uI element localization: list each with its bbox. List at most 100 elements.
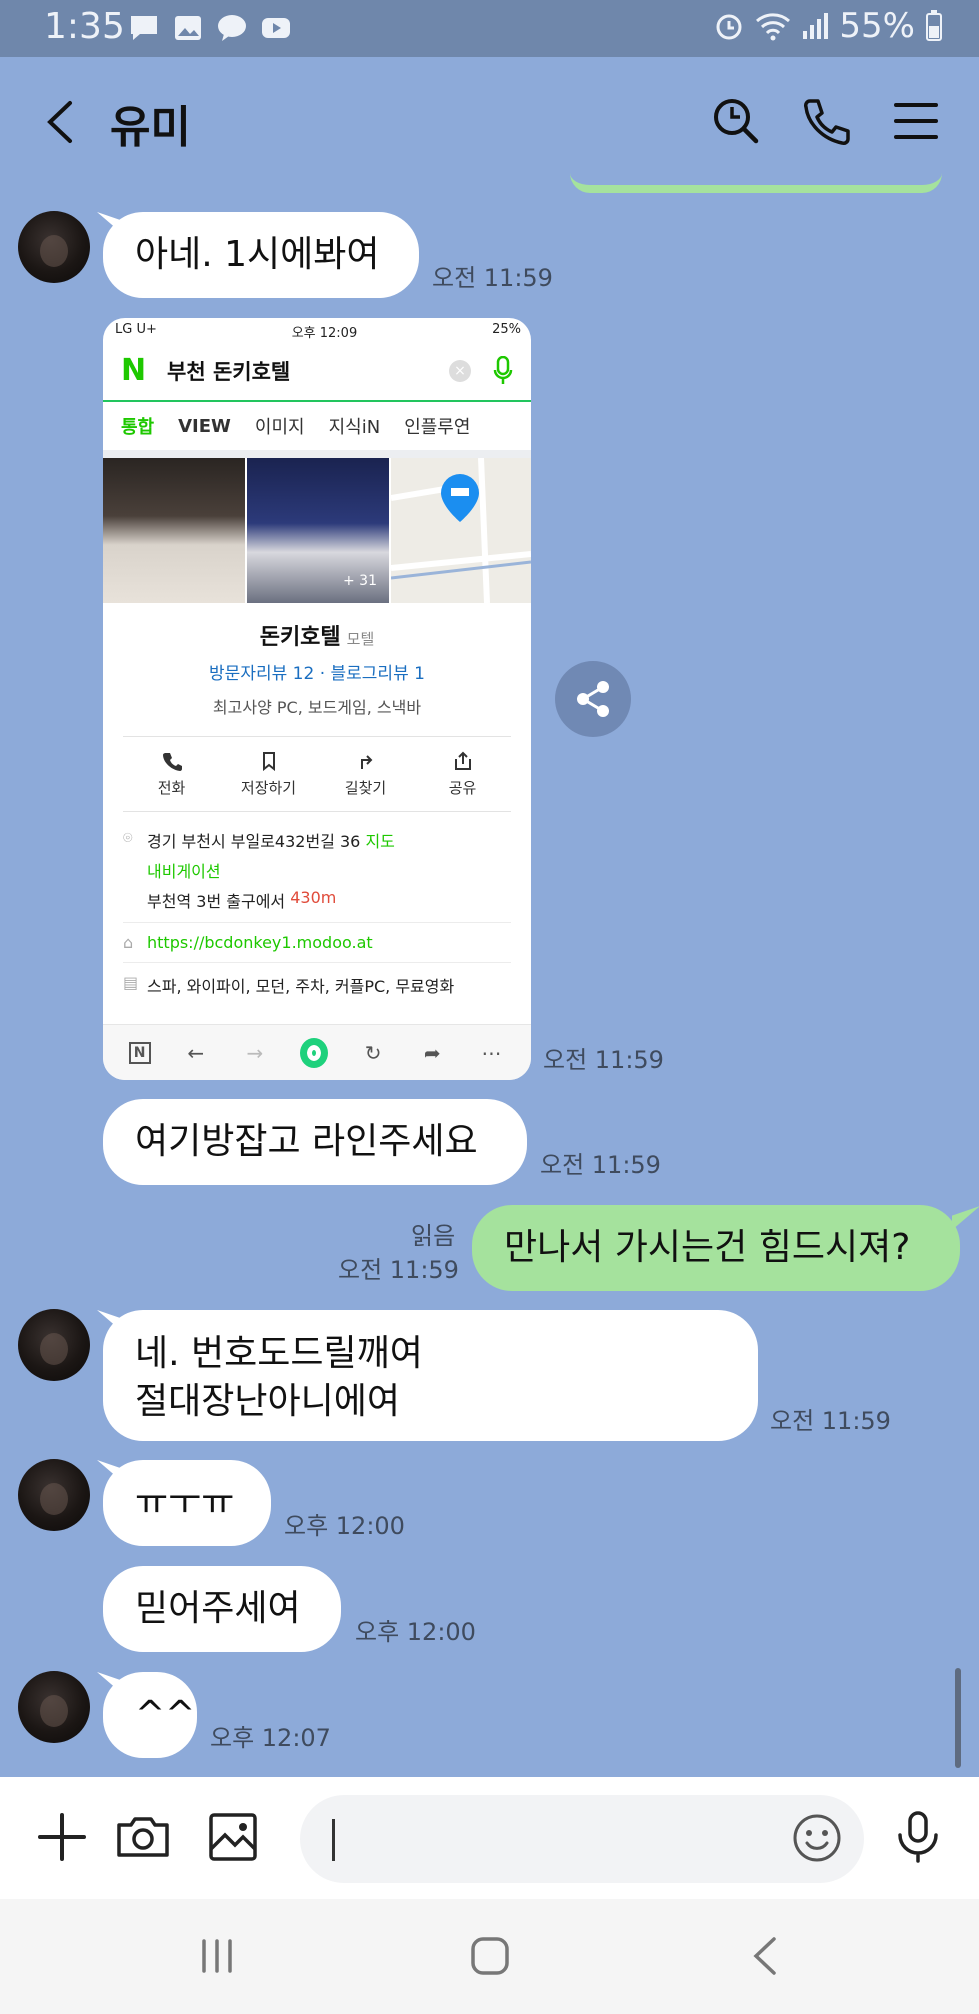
naver-logo-icon: N [121,353,147,388]
search-icon[interactable] [708,93,764,149]
status-bar: 1:35 55% [0,0,979,57]
store-icon: ▤ [123,973,139,992]
camera-icon[interactable] [113,1807,173,1867]
naver-search-bar: N 부천 돈키호텔 × [103,342,531,402]
message-text: ㅠㅜㅠ [135,1482,235,1523]
chat-header: 유미 [0,57,979,187]
room-photo [103,458,245,603]
back-arrow-icon: ← [187,1040,205,1065]
message-text: 여기방잡고 라인주세요 [135,1121,478,1162]
message-text: 아네. 1시에봐여 [135,234,380,275]
message-text: ^^ [135,1694,196,1735]
shared-battery: 25% [492,322,521,337]
tab-all: 통합 [121,417,155,438]
system-nav-bar [0,1899,979,2014]
message-bubble[interactable]: ^^ [103,1672,197,1758]
address-row: ⌾ 경기 부천시 부일로432번길 36 지도 [123,828,395,851]
home-icon: ⌂ [123,933,134,952]
gallery-icon [175,16,201,40]
map-pin-icon [441,474,479,522]
wifi-icon [756,13,791,41]
avatar[interactable] [18,1671,90,1743]
green-dot-icon [299,1037,328,1068]
message-bubble-outgoing[interactable]: 만나서 가시는건 힘드시져? [472,1205,960,1291]
mic-icon [493,356,513,384]
message-time: 오후 12:00 [355,1618,476,1646]
clear-icon: × [449,360,471,382]
message-icon [131,16,157,40]
message-time: 오전 11:59 [338,1256,459,1284]
talk-icon [218,15,246,41]
navigation-link: 내비게이션 [147,862,221,881]
avatar[interactable] [18,211,90,283]
amenities-row: ▤ 스파, 와이파이, 모던, 주차, 커플PC, 무료영화 [123,973,455,996]
message-time: 오전 11:59 [432,264,553,292]
image-icon[interactable] [203,1807,263,1867]
refresh-icon: ↻ [364,1040,382,1065]
more-icon: ⋯ [481,1040,502,1065]
text-cursor [332,1819,335,1861]
location-icon: ⌾ [123,828,133,847]
browser-toolbar: N ← → ↻ ➦ ⋯ [103,1024,531,1080]
map-thumbnail [391,458,531,603]
search-query: 부천 돈키호텔 [167,360,291,384]
blog-reviews: 블로그리뷰 1 [330,664,425,684]
call-icon[interactable] [798,93,854,149]
chat-title: 유미 [110,102,191,153]
room-photo: + 31 [247,458,389,603]
alarm-icon [716,14,742,40]
place-photos: + 31 [103,458,531,603]
message-bubble[interactable]: 여기방잡고 라인주세요 [103,1099,527,1185]
share-button[interactable] [555,661,631,737]
bookmark-icon [262,751,275,771]
battery-icon [926,10,942,41]
message-input[interactable] [300,1795,864,1883]
naver-home-icon: N [128,1041,151,1064]
message-time: 오전 11:59 [540,1151,661,1179]
avatar[interactable] [18,1309,90,1381]
carrier-label: LG U+ [115,322,157,337]
previous-outgoing-bubble-edge [570,173,942,193]
place-description: 최고사양 PC, 보드게임, 스낵바 [212,698,422,717]
message-text: 네. 번호도드릴깨여 절대장난아니에여 [135,1333,423,1422]
message-time: 오후 12:00 [284,1512,405,1540]
message-input-bar [0,1777,979,1899]
read-receipt: 읽음 [411,1222,456,1250]
mic-icon[interactable] [888,1807,948,1867]
youtube-icon [262,18,290,38]
shared-image[interactable]: LG U+ 오후 12:09 25% N 부천 돈키호텔 × 통합 VIEW 이… [103,318,531,1080]
website-row: ⌂ https://bcdonkey1.modoo.at [123,933,373,952]
emoji-icon[interactable] [790,1811,844,1865]
directions-icon [360,754,372,769]
tab-view: VIEW [178,415,231,437]
menu-icon[interactable] [888,93,944,149]
message-text: 믿어주세여 [135,1588,301,1629]
shared-status-bar: LG U+ 오후 12:09 25% [103,318,531,342]
recent-apps-icon[interactable] [192,1931,242,1981]
message-time: 오전 11:59 [770,1407,891,1435]
forward-arrow-icon: → [246,1040,264,1065]
navigation-row: 내비게이션 [103,858,531,882]
share-icon [454,751,471,770]
place-actions: 전화 저장하기 길찾기 공유 [123,736,511,812]
message-text: 만나서 가시는건 힘드시져? [504,1227,911,1268]
status-time: 1:35 [44,6,125,47]
message-bubble[interactable]: ㅠㅜㅠ [103,1460,271,1546]
place-title: 돈키호텔 모텔 [259,625,375,650]
message-bubble[interactable]: 믿어주세여 [103,1566,341,1652]
plus-icon[interactable] [32,1807,92,1867]
visitor-reviews: 방문자리뷰 12 [209,664,315,684]
home-icon[interactable] [465,1931,515,1981]
scrollbar[interactable] [955,1668,961,1768]
phone-icon [162,752,182,771]
back-icon[interactable] [40,97,84,147]
back-nav-icon[interactable] [742,1931,792,1981]
avatar[interactable] [18,1459,90,1531]
message-time: 오전 11:59 [543,1046,664,1074]
message-bubble[interactable]: 아네. 1시에봐여 [103,212,419,298]
message-bubble[interactable]: 네. 번호도드릴깨여 절대장난아니에여 [103,1310,758,1441]
tab-kin: 지식iN [328,417,381,438]
share-arrow-icon: ➦ [423,1040,441,1065]
search-tabs: 통합 VIEW 이미지 지식iN 인플루연 [103,402,531,458]
message-time: 오후 12:07 [210,1724,331,1752]
